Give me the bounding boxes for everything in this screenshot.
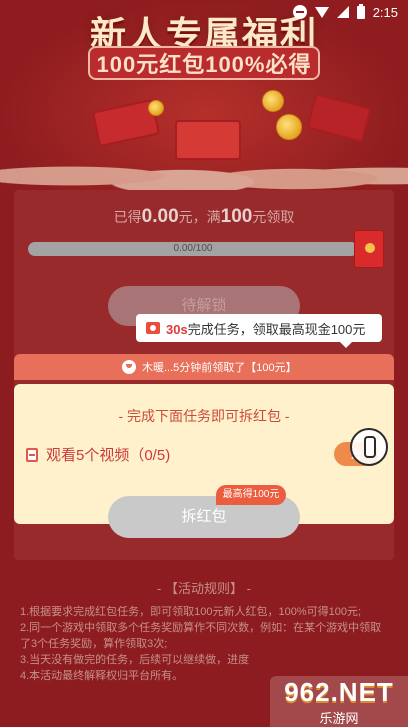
battery-icon xyxy=(356,3,365,19)
task-header: - 完成下面任务即可拆红包 - xyxy=(118,408,290,424)
avatar-icon xyxy=(122,360,136,374)
tooltip-time: 30s xyxy=(166,321,188,337)
rule-line: 3.当天没有做完的任务，后续可以继续做，进度 xyxy=(20,654,250,666)
status-time: 2:15 xyxy=(372,4,398,20)
earned-unit: 元，满 xyxy=(178,209,221,225)
rule-line: 2.同一个游戏中领取多个任务奖励算作不同次数，例如：在某个游戏中领取了3个任务奖… xyxy=(20,622,382,650)
notice-text: 木暖...5分钟前领取了【100元】 xyxy=(142,362,297,374)
signal-icon xyxy=(336,6,349,18)
max-reward-badge: 最高得100元 xyxy=(216,485,286,505)
earned-summary: 已得0.00元，满100元领取 xyxy=(0,206,408,228)
task-tooltip: 30s完成任务，领取最高现金100元 xyxy=(136,314,382,348)
target-suffix: 元领取 xyxy=(252,209,295,225)
progress-text: 0.00/100 xyxy=(173,243,213,254)
coin-illustration xyxy=(262,90,284,112)
rules-title: - 【活动规则】 - xyxy=(157,581,251,596)
watermark-subtitle: 乐游网 xyxy=(319,710,359,726)
watermark-logo: 962.NET xyxy=(284,676,394,707)
earned-prefix: 已得 xyxy=(113,209,142,225)
video-task-icon xyxy=(26,447,38,462)
coin-illustration xyxy=(148,100,164,116)
tooltip-text: 完成任务，领取最高现金100元 xyxy=(187,321,366,337)
cloud-decoration xyxy=(0,140,408,190)
coin-illustration xyxy=(276,114,302,140)
wifi-icon xyxy=(314,6,329,18)
rule-line: 1.根据要求完成红包任务，即可领取100元新人红包，100%可得100元; xyxy=(20,606,362,618)
earned-amount: 0.00 xyxy=(141,206,179,227)
red-packet-illustration xyxy=(306,93,372,143)
pointing-hand-icon xyxy=(350,428,388,466)
banner-subtitle: 100元红包100%必得 xyxy=(96,52,312,77)
rules-text: 1.根据要求完成红包任务，即可领取100元新人红包，100%可得100元; 2.… xyxy=(20,604,390,684)
promo-banner: 新人专属福利 100元红包100%必得 xyxy=(0,0,408,190)
progress-bar: 0.00/100 xyxy=(28,242,358,256)
target-amount: 100 xyxy=(220,206,253,227)
status-bar: 2:15 xyxy=(0,0,408,24)
site-watermark: 962.NET 乐游网 xyxy=(270,676,408,727)
task-label: 观看5个视频（0/5) xyxy=(46,447,171,464)
red-packet-icon xyxy=(146,322,160,334)
claim-notice: 木暖...5分钟前领取了【100元】 xyxy=(14,354,394,380)
banner-subtitle-box: 100元红包100%必得 xyxy=(88,46,320,80)
do-not-disturb-icon xyxy=(292,5,307,19)
red-packet-icon xyxy=(354,230,384,268)
task-row: 观看5个视频（0/5) xyxy=(26,444,170,465)
